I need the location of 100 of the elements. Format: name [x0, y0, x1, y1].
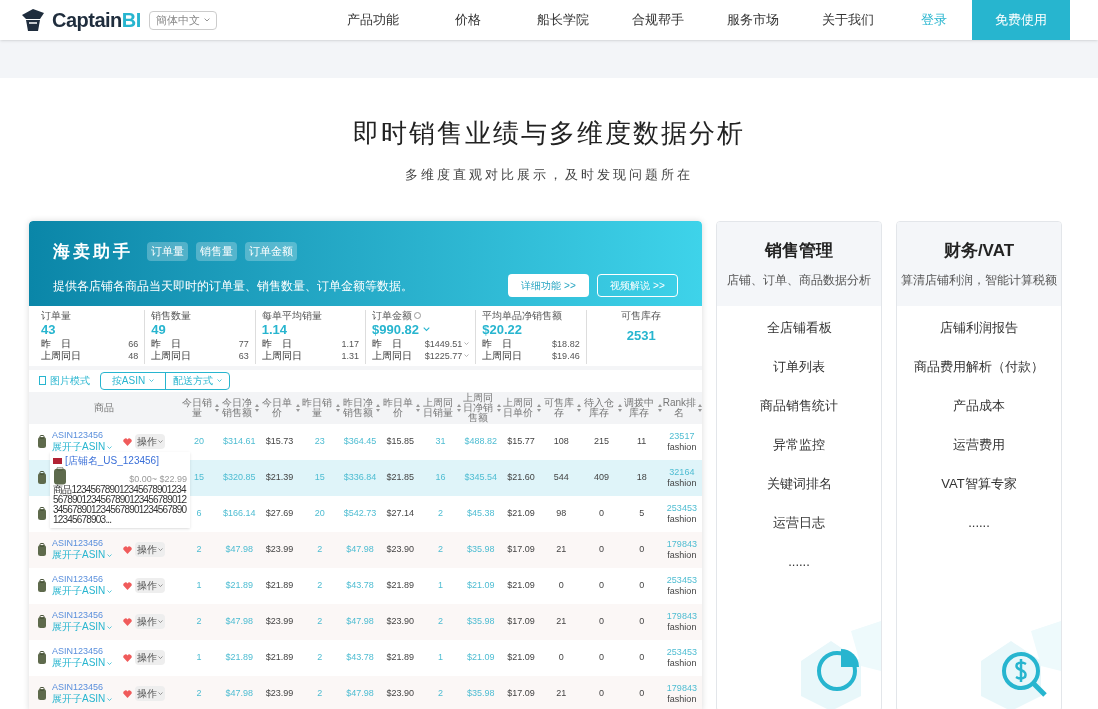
action-button[interactable]: 操作	[135, 650, 165, 665]
table-cell-text: $15.73	[264, 434, 295, 448]
table-cell-text: $17.09	[506, 614, 536, 628]
stat-row-value: $1449.51	[424, 337, 463, 350]
stat-row-value: 1.17	[341, 337, 359, 350]
table-row[interactable]: ASIN123456 展开子ASIN 操作 2 $47.98 $23.99 2 $47.98 $23.90 2 $35.98 $17.09 21 0 0 179843 fashion	[29, 675, 702, 709]
feature-link[interactable]: 商品销售统计	[760, 394, 838, 417]
table-cell-text: 20	[313, 506, 326, 520]
table-cell-text: $47.98	[345, 686, 375, 700]
table-cell-text: $21.60	[506, 470, 536, 484]
table-cell-text: $15.77	[506, 434, 536, 448]
brand-name[interactable]: CaptainBI	[52, 5, 141, 35]
column-header[interactable]: 商品	[29, 400, 179, 415]
column-header[interactable]: 昨日销量	[299, 397, 335, 418]
column-header[interactable]: 待入仓库存	[581, 397, 617, 418]
rank-link[interactable]: 23517	[669, 430, 695, 442]
asin-link[interactable]: ASIN123456	[52, 430, 120, 441]
asin-link[interactable]: ASIN123456	[52, 610, 120, 621]
table-cell-text: $35.98	[465, 686, 496, 700]
table-cell-text: 21	[555, 686, 568, 700]
asin-link[interactable]: ASIN123456	[52, 538, 120, 549]
feature-link[interactable]: 店铺利润报告	[940, 316, 1018, 339]
price-range: $0.00~ $22.99	[129, 472, 187, 485]
feature-link[interactable]: 产品成本	[953, 394, 1005, 417]
nav-link[interactable]: 产品功能	[325, 10, 420, 30]
expand-child-link[interactable]: 展开子ASIN	[52, 441, 106, 453]
table-cell-text: 1	[437, 578, 444, 592]
table-cell-text: $47.98	[345, 542, 375, 556]
stat-value: $20.22	[482, 321, 523, 338]
feature-link[interactable]: 关键词排名	[766, 472, 832, 495]
column-header[interactable]: 上周同日销量	[420, 397, 456, 418]
card-title: 财务/VAT	[943, 239, 1015, 262]
section-title: 即时销售业绩与多维度数据分析	[353, 117, 745, 150]
expand-child-link[interactable]: 展开子ASIN	[52, 621, 106, 633]
stat-value: $990.82	[372, 321, 419, 338]
banner-button[interactable]: 详细功能 >>	[508, 274, 589, 297]
table-row[interactable]: ASIN123456 展开子ASIN 操作 2 $47.98 $23.99 2 $47.98 $23.90 2 $35.98 $17.09 21 0 0 179843 fashion	[29, 531, 702, 568]
feature-link[interactable]: 商品费用解析（付款）	[914, 355, 1044, 378]
action-button[interactable]: 操作	[135, 542, 165, 557]
feature-link[interactable]: 运营日志	[773, 511, 825, 534]
stat-row-value: $1225.77	[424, 349, 463, 362]
nav-link[interactable]: 关于我们	[800, 10, 895, 30]
table-cell-text: $21.89	[224, 650, 255, 664]
column-header[interactable]: 今日净销售额	[219, 397, 255, 418]
column-header[interactable]: 今日销量	[179, 397, 215, 418]
table-cell-text: 2	[195, 614, 203, 628]
table-cell-text: 2	[437, 506, 444, 520]
table-row[interactable]: ASIN123456 展开子ASIN 操作 1 $21.89 $21.89 2 $43.78 $21.89 1 $21.09 $21.09 0 0 0 253453 fashion	[29, 639, 702, 676]
rank-link[interactable]: 253453	[666, 574, 697, 586]
stat-row-label: 昨 日	[41, 337, 71, 350]
nav-link[interactable]: 价格	[420, 10, 515, 30]
column-header[interactable]: 上周同日净销售额	[460, 392, 496, 423]
feature-link[interactable]: 全店铺看板	[766, 316, 832, 339]
table-cell-text: $21.39	[264, 470, 295, 484]
table-cell-text: $488.82	[463, 434, 498, 448]
expand-child-link[interactable]: 展开子ASIN	[52, 657, 106, 669]
action-button[interactable]: 操作	[135, 686, 165, 701]
feature-link[interactable]: VAT智算专家	[941, 472, 1017, 495]
category-text: fashion	[667, 621, 697, 633]
table-row[interactable]: ASIN123456 展开子ASIN 操作 1 $21.89 $21.89 2 $43.78 $21.89 1 $21.09 $21.09 0 0 0 253453 fashion	[29, 567, 702, 604]
feature-link[interactable]: 异常监控	[773, 433, 825, 456]
column-header[interactable]: 调拨中库存	[621, 397, 657, 418]
table-row[interactable]: ASIN123456 展开子ASIN 操作 2 $47.98 $23.99 2 $47.98 $23.90 2 $35.98 $17.09 21 0 0 179843 fashion	[29, 603, 702, 640]
nav-link[interactable]: 服务市场	[705, 10, 800, 30]
action-button[interactable]: 操作	[135, 434, 165, 449]
stat-label: 每单平均销量	[261, 309, 322, 322]
rank-link[interactable]: 253453	[666, 646, 697, 658]
asin-link[interactable]: ASIN123456	[52, 682, 120, 693]
feature-link[interactable]: ......	[968, 511, 990, 534]
column-header[interactable]: 昨日单价	[380, 397, 416, 418]
free-trial-button[interactable]: 免费使用	[972, 0, 1070, 40]
action-button[interactable]: 操作	[135, 614, 165, 629]
expand-child-link[interactable]: 展开子ASIN	[52, 585, 106, 597]
expand-child-link[interactable]: 展开子ASIN	[52, 693, 106, 705]
feature-link[interactable]: 订单列表	[773, 355, 825, 378]
column-header[interactable]: 上周同日单价	[500, 397, 537, 418]
image-mode-label[interactable]: 图片模式	[50, 373, 90, 388]
nav-link[interactable]: 合规帮手	[610, 10, 705, 30]
feature-link[interactable]: ......	[788, 550, 810, 573]
expand-child-link[interactable]: 展开子ASIN	[52, 549, 106, 561]
column-header[interactable]: 昨日净销售额	[339, 397, 376, 418]
category-text: fashion	[667, 477, 697, 489]
asin-link[interactable]: ASIN123456	[52, 574, 120, 585]
nav-link[interactable]: 船长学院	[515, 10, 610, 30]
category-text: fashion	[667, 549, 697, 561]
table-cell-text: $364.45	[342, 434, 378, 448]
asin-link[interactable]: ASIN123456	[52, 646, 120, 657]
column-header[interactable]: 今日单价	[259, 397, 295, 418]
stat-row-label: 上周同日	[482, 349, 523, 362]
feature-link[interactable]: 运营费用	[953, 433, 1005, 456]
table-cell-text: $21.09	[506, 578, 536, 592]
stat-row-value: 77	[238, 337, 249, 350]
action-button[interactable]: 操作	[135, 578, 165, 593]
column-header[interactable]: Rank排名	[661, 397, 697, 418]
language-select[interactable]: 簡体中文	[148, 10, 217, 30]
stat-row-label: 上周同日	[151, 349, 192, 362]
column-header[interactable]: 可售库存	[541, 397, 577, 418]
login-link[interactable]: 登录	[921, 10, 947, 30]
rank-link[interactable]: 253453	[666, 502, 697, 514]
table-cell-text: 2	[437, 686, 444, 700]
